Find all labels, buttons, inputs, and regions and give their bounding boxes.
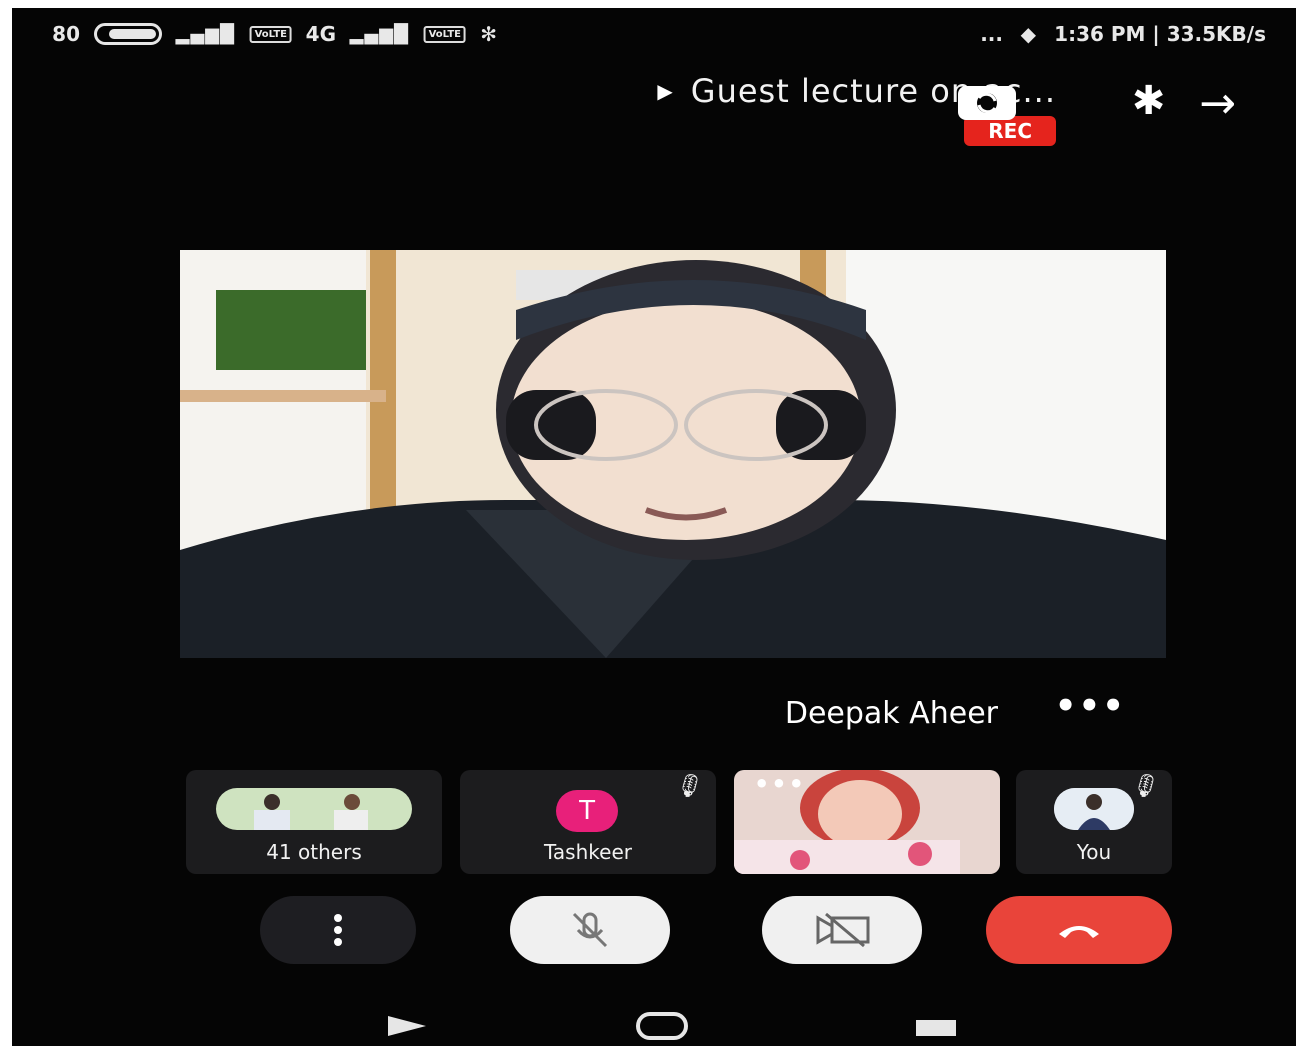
vpn-icon: ◆ <box>1020 22 1037 46</box>
network-type: 4G <box>305 22 336 46</box>
signal-icon: ▂▄▆█ <box>350 23 410 45</box>
battery-level: 80 <box>52 22 80 46</box>
status-bar: 1:36 PM | 33.5KB/s ◆ ... ✻ VoLTE ▂▄▆█ 4G… <box>12 22 1296 58</box>
avatar-initial: T <box>579 796 595 826</box>
participant-tile-video[interactable]: ••• <box>734 770 1000 874</box>
volte-badge: VoLTE <box>423 25 466 43</box>
tile-more-icon[interactable]: ••• <box>754 770 806 798</box>
participant-tile-you[interactable]: 🎙 You <box>1016 770 1172 874</box>
camera-toggle-button[interactable] <box>762 896 922 964</box>
avatar: T <box>556 790 618 832</box>
avatar <box>1054 788 1134 830</box>
speaker-more-icon[interactable]: ••• <box>1055 686 1126 726</box>
status-bar-left-group: 1:36 PM | 33.5KB/s ◆ ... <box>980 22 1266 46</box>
microphone-toggle-button[interactable] <box>510 896 670 964</box>
mic-off-icon <box>572 912 608 948</box>
participant-tile-others[interactable]: 41 others <box>186 770 442 874</box>
active-speaker-name: Deepak Aheer <box>784 696 998 731</box>
participant-label: 41 others <box>266 840 362 864</box>
end-call-button[interactable] <box>986 896 1172 964</box>
status-bar-right-group: ✻ VoLTE ▂▄▆█ 4G VoLTE ▂▄▆█ 80 <box>52 22 497 46</box>
end-call-icon <box>1059 926 1099 938</box>
participant-label: You <box>1076 840 1112 864</box>
status-time: 1:36 PM <box>1054 22 1146 46</box>
status-time-speed: 1:36 PM | 33.5KB/s <box>1054 22 1266 46</box>
more-options-button[interactable] <box>260 896 416 964</box>
camera-off-icon <box>816 912 870 948</box>
bluetooth-status-icon: ✻ <box>479 22 497 46</box>
status-sep: | <box>1152 22 1167 46</box>
active-speaker-row: Deepak Aheer ••• <box>12 686 1296 736</box>
signal-icon-2: ▂▄▆█ <box>175 23 236 45</box>
participant-strip: 🎙 You ••• 🎙 T Tashkeer 41 others <box>12 770 1296 874</box>
bluetooth-icon[interactable]: ✱ <box>1132 78 1166 124</box>
call-controls <box>12 896 1296 966</box>
participant-label: Tashkeer <box>544 840 632 864</box>
screen: 1:36 PM | 33.5KB/s ◆ ... ✻ VoLTE ▂▄▆█ 4G… <box>12 8 1296 1046</box>
volte-badge-2: VoLTE <box>249 25 292 43</box>
more-vert-icon <box>334 914 342 946</box>
back-button[interactable] <box>386 1014 428 1042</box>
system-nav-bar <box>12 1008 1296 1046</box>
mic-off-icon: 🎙 <box>1132 774 1160 799</box>
more-status-text: ... <box>979 22 1003 46</box>
mirrored-ui: 1:36 PM | 33.5KB/s ◆ ... ✻ VoLTE ▂▄▆█ 4G… <box>12 8 1296 1046</box>
switch-camera-icon[interactable] <box>952 78 1022 132</box>
avatar-group <box>216 788 412 830</box>
status-speed: 33.5KB/s <box>1166 22 1266 46</box>
recents-button[interactable] <box>916 1020 956 1036</box>
back-arrow-icon[interactable]: ← <box>1199 78 1236 129</box>
speaker-video <box>180 250 1166 658</box>
mic-off-icon: 🎙 <box>676 774 704 799</box>
home-button[interactable] <box>636 1012 688 1040</box>
chevron-right-icon: ◀ <box>657 79 673 103</box>
participant-tile-tashkeer[interactable]: 🎙 T Tashkeer <box>460 770 716 874</box>
top-bar: ← Guest lecture on ac... ◀ REC ✱ <box>12 68 1296 146</box>
battery-icon <box>93 23 162 45</box>
